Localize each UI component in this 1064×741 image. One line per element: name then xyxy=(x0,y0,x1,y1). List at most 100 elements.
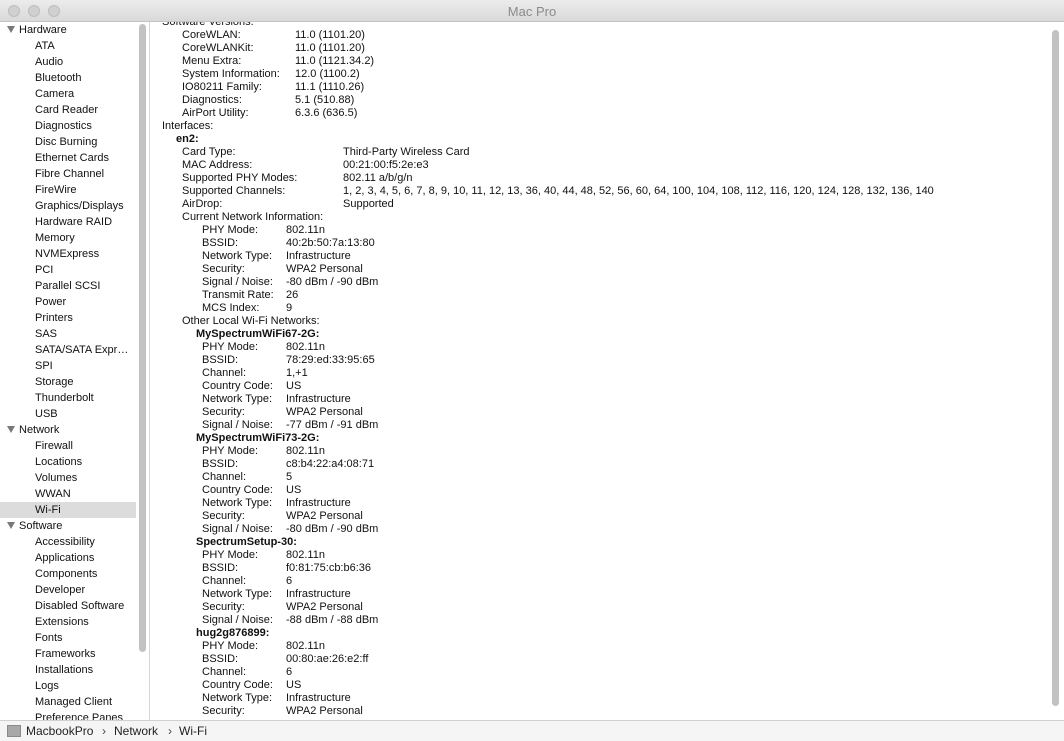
info-row: Security: WPA2 Personal xyxy=(150,406,1048,419)
sidebar-item-firewall[interactable]: Firewall xyxy=(0,438,136,454)
sidebar-item-thunderbolt[interactable]: Thunderbolt xyxy=(0,390,136,406)
sidebar-item-managed-client[interactable]: Managed Client xyxy=(0,694,136,710)
sidebar-item-graphics-displays[interactable]: Graphics/Displays xyxy=(0,198,136,214)
field-label: Transmit Rate: xyxy=(202,289,274,301)
detail-scrollbar[interactable] xyxy=(1050,24,1061,720)
field-value: -80 dBm / -90 dBm xyxy=(286,276,379,288)
sidebar-item-audio[interactable]: Audio xyxy=(0,54,136,70)
sidebar-item-accessibility[interactable]: Accessibility xyxy=(0,534,136,550)
sidebar-scrollbar[interactable] xyxy=(137,24,148,720)
sidebar-item-installations[interactable]: Installations xyxy=(0,662,136,678)
sidebar-list: Hardware ATA Audio Bluetooth Camera Card Read… xyxy=(0,22,136,720)
sidebar-item-fibre-channel[interactable]: Fibre Channel xyxy=(0,166,136,182)
sidebar-item-sata-sata-expr[interactable]: SATA/SATA Expr… xyxy=(0,342,136,358)
sidebar-item-sas[interactable]: SAS xyxy=(0,326,136,342)
field-label: Security: xyxy=(202,705,245,717)
sidebar-item-power[interactable]: Power xyxy=(0,294,136,310)
info-row: PHY Mode: 802.11n xyxy=(150,640,1048,653)
field-label: AirPort Utility: xyxy=(182,107,249,119)
sidebar-item-nvmexpress[interactable]: NVMExpress xyxy=(0,246,136,262)
sidebar-item-disc-burning[interactable]: Disc Burning xyxy=(0,134,136,150)
breadcrumb-item-wifi[interactable]: Wi-Fi xyxy=(179,724,207,738)
sidebar-item-frameworks[interactable]: Frameworks xyxy=(0,646,136,662)
sidebar-item-components[interactable]: Components xyxy=(0,566,136,582)
field-label: Menu Extra: xyxy=(182,55,242,67)
field-label: Diagnostics: xyxy=(182,94,242,106)
breadcrumb-item-computer[interactable]: MacbookPro xyxy=(26,724,93,738)
info-row: hug2g876899: xyxy=(150,627,1048,640)
info-row: BSSID: 40:2b:50:7a:13:80 xyxy=(150,237,1048,250)
info-row: PHY Mode: 802.11n xyxy=(150,549,1048,562)
field-value: 1,+1 xyxy=(286,367,308,379)
sidebar-scroll-thumb[interactable] xyxy=(139,24,146,652)
field-label: Security: xyxy=(202,406,245,418)
field-value: 5 xyxy=(286,471,293,483)
info-row: Transmit Rate: 26 xyxy=(150,289,1048,302)
sidebar-category-label: Hardware xyxy=(19,24,67,36)
sidebar-item-diagnostics[interactable]: Diagnostics xyxy=(0,118,136,134)
section-heading: Other Local Wi-Fi Networks: xyxy=(182,315,320,327)
sidebar-item-wwan[interactable]: WWAN xyxy=(0,486,136,502)
sidebar-item-storage[interactable]: Storage xyxy=(0,374,136,390)
sidebar-item-ethernet-cards[interactable]: Ethernet Cards xyxy=(0,150,136,166)
sidebar-item-disabled-software[interactable]: Disabled Software xyxy=(0,598,136,614)
field-value: 11.1 (1110.26) xyxy=(295,81,365,93)
sidebar-item-fonts[interactable]: Fonts xyxy=(0,630,136,646)
sidebar-item-memory[interactable]: Memory xyxy=(0,230,136,246)
field-value: 802.11n xyxy=(286,224,325,236)
info-row: Supported PHY Modes: 802.11 a/b/g/n xyxy=(150,172,1048,185)
info-row: Network Type: Infrastructure xyxy=(150,692,1048,705)
sidebar-item-card-reader[interactable]: Card Reader xyxy=(0,102,136,118)
sidebar-item-printers[interactable]: Printers xyxy=(0,310,136,326)
sidebar-item-hardware-raid[interactable]: Hardware RAID xyxy=(0,214,136,230)
breadcrumb-item-network[interactable]: Network xyxy=(114,724,158,738)
disclosure-triangle-icon[interactable] xyxy=(7,426,15,433)
sidebar-item-locations[interactable]: Locations xyxy=(0,454,136,470)
field-value: c8:b4:22:a4:08:71 xyxy=(286,458,375,470)
field-label: AirDrop: xyxy=(182,198,223,210)
sidebar-item-pci[interactable]: PCI xyxy=(0,262,136,278)
info-row: Signal / Noise: -77 dBm / -91 dBm xyxy=(150,419,1048,432)
info-row: Supported Channels: 1, 2, 3, 4, 5, 6, 7, … xyxy=(150,185,1048,198)
field-label: Channel: xyxy=(202,575,247,587)
info-row: PHY Mode: 802.11n xyxy=(150,224,1048,237)
sidebar-item-bluetooth[interactable]: Bluetooth xyxy=(0,70,136,86)
sidebar-item-logs[interactable]: Logs xyxy=(0,678,136,694)
sidebar-category-hardware[interactable]: Hardware xyxy=(0,22,136,38)
field-value: Infrastructure xyxy=(286,588,351,600)
info-row: Signal / Noise: -88 dBm / -88 dBm xyxy=(150,614,1048,627)
field-value: -77 dBm / -91 dBm xyxy=(286,419,379,431)
sidebar-item-firewire[interactable]: FireWire xyxy=(0,182,136,198)
section-heading: Interfaces: xyxy=(162,120,214,132)
sidebar-category-label: Network xyxy=(19,424,60,436)
disclosure-triangle-icon[interactable] xyxy=(7,522,15,529)
field-label: CoreWLANKit: xyxy=(182,42,254,54)
info-row: MCS Index: 9 xyxy=(150,302,1048,315)
sidebar-item-volumes[interactable]: Volumes xyxy=(0,470,136,486)
field-value: -80 dBm / -90 dBm xyxy=(286,523,379,535)
sidebar-item-ata[interactable]: ATA xyxy=(0,38,136,54)
detail-scroll-thumb[interactable] xyxy=(1052,30,1059,706)
sidebar-item-applications[interactable]: Applications xyxy=(0,550,136,566)
detail-text: Software Versions: CoreWLAN: 11.0 (1101.20… xyxy=(150,22,1048,718)
sidebar-item-developer[interactable]: Developer xyxy=(0,582,136,598)
field-value: Infrastructure xyxy=(286,393,351,405)
field-value: -88 dBm / -88 dBm xyxy=(286,614,379,626)
disclosure-triangle-icon[interactable] xyxy=(7,26,15,33)
field-label: Supported PHY Modes: xyxy=(182,172,298,184)
sidebar-item-preference-panes[interactable]: Preference Panes xyxy=(0,710,136,720)
field-label: BSSID: xyxy=(202,237,239,249)
sidebar-item-camera[interactable]: Camera xyxy=(0,86,136,102)
sidebar-item-spi[interactable]: SPI xyxy=(0,358,136,374)
info-row: Network Type: Infrastructure xyxy=(150,250,1048,263)
sidebar-item-usb[interactable]: USB xyxy=(0,406,136,422)
sidebar-category-network[interactable]: Network xyxy=(0,422,136,438)
sidebar-category-label: Software xyxy=(19,520,63,532)
sidebar-item-extensions[interactable]: Extensions xyxy=(0,614,136,630)
field-value: Infrastructure xyxy=(286,250,351,262)
field-value: 802.11 a/b/g/n xyxy=(343,172,413,184)
field-label: Security: xyxy=(202,263,245,275)
sidebar-item-parallel-scsi[interactable]: Parallel SCSI xyxy=(0,278,136,294)
sidebar-item-wi-fi[interactable]: Wi-Fi xyxy=(0,502,136,518)
sidebar-category-software[interactable]: Software xyxy=(0,518,136,534)
